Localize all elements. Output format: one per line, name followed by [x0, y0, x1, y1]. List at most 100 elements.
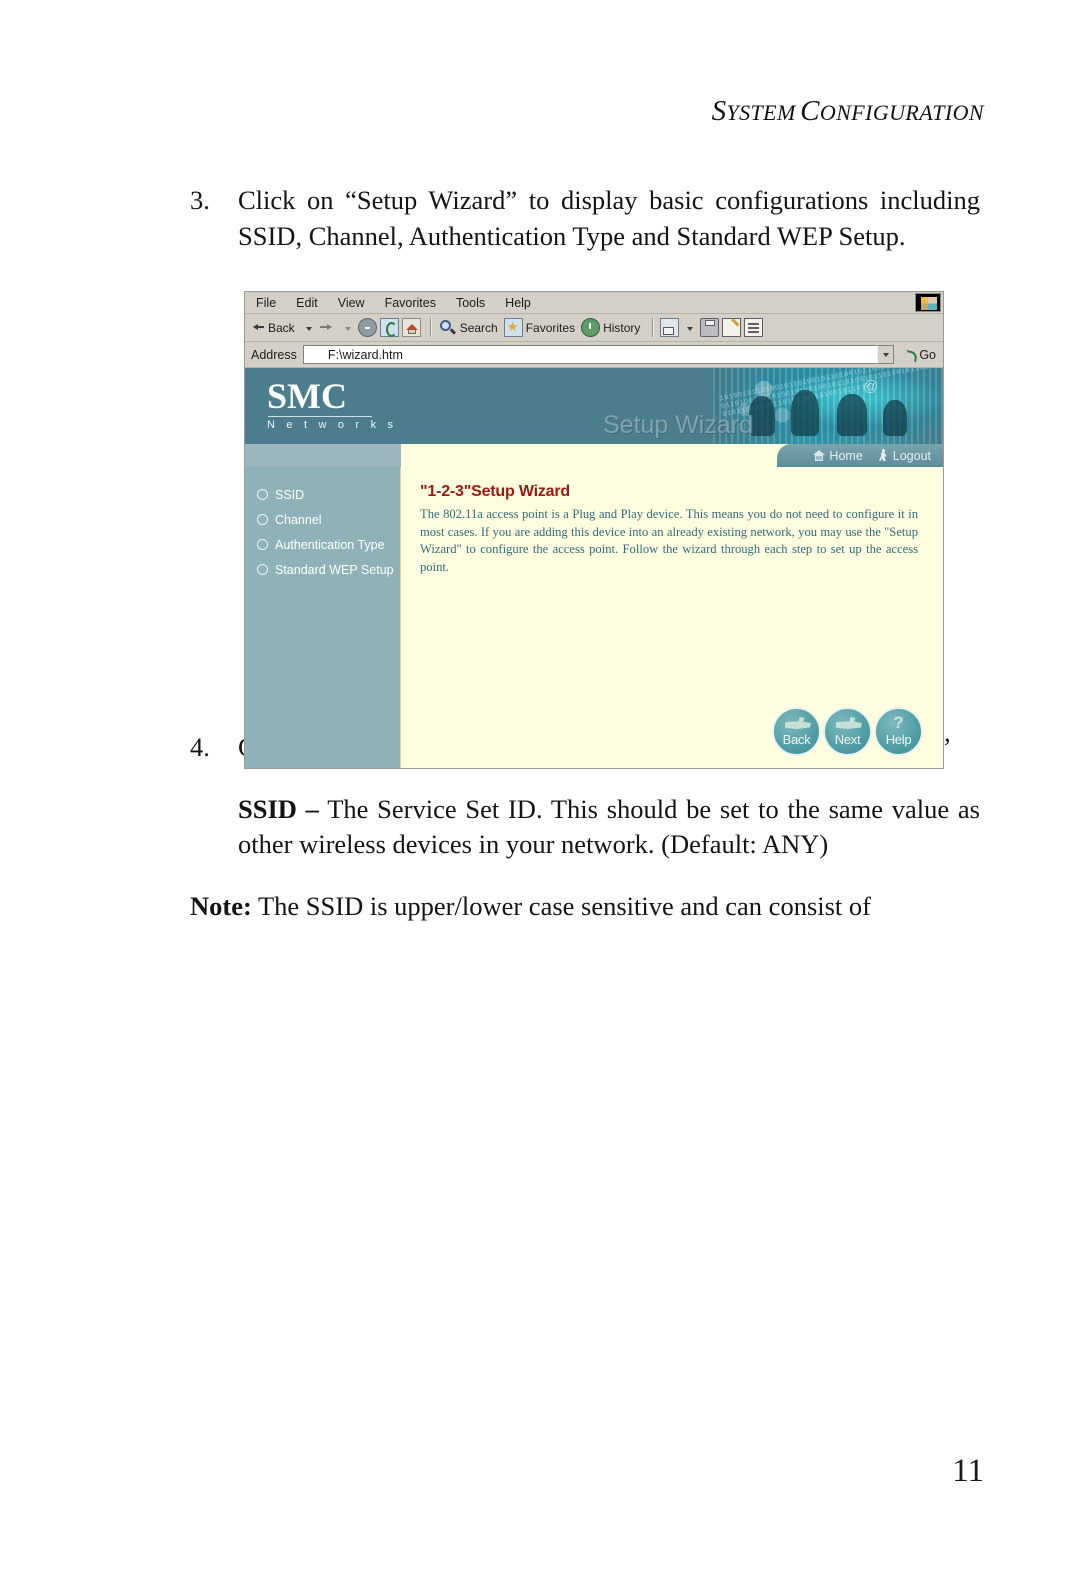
sidebar-item-ssid[interactable]: SSID	[245, 482, 400, 507]
running-head-onfiguration: ONFIGURATION	[819, 100, 984, 125]
home-icon[interactable]	[401, 318, 421, 337]
nav-home[interactable]: Home	[813, 448, 863, 463]
wizard-button-row: Back Next ? Help	[772, 707, 923, 756]
step-3-text: Click on “Setup Wizard” to display basic…	[238, 185, 980, 251]
pointing-hand-icon	[836, 717, 862, 729]
bullet-icon	[257, 539, 268, 550]
site-banner: 1010010110100101101001011010010110100101…	[245, 368, 943, 444]
running-head-c: C	[800, 95, 820, 127]
print-icon[interactable]	[700, 318, 720, 337]
web-page: 1010010110100101101001011010010110100101…	[245, 368, 943, 768]
help-button[interactable]: ? Help	[874, 707, 923, 756]
forward-dropdown-icon[interactable]	[344, 326, 351, 331]
browser-screenshot: File Edit View Favorites Tools Help Back…	[244, 291, 944, 769]
refresh-icon[interactable]	[379, 318, 399, 337]
step-4-number: 4.	[190, 732, 210, 762]
search-icon	[438, 318, 457, 337]
nav-home-label: Home	[829, 448, 863, 463]
favorites-button[interactable]: Favorites	[503, 317, 575, 337]
browser-menubar: File Edit View Favorites Tools Help	[245, 292, 943, 314]
edit-icon[interactable]	[722, 318, 742, 337]
windows-logo-icon	[915, 293, 941, 312]
menu-favorites[interactable]: Favorites	[385, 296, 436, 310]
note-text: The SSID is upper/lower case sensitive a…	[251, 890, 871, 921]
banner-title: Setup Wizard	[602, 411, 753, 439]
history-icon	[581, 318, 601, 337]
at-symbol-icon: @	[863, 378, 879, 395]
content-body: The 802.11a access point is a Plug and P…	[420, 507, 918, 574]
browser-addressbar: Address F:\wizard.htm Go	[245, 342, 943, 368]
go-button[interactable]: Go	[903, 348, 936, 362]
forward-button[interactable]	[319, 322, 334, 333]
help-button-label: Help	[885, 732, 912, 747]
running-head-s: S	[711, 95, 727, 127]
ssid-term: SSID –	[238, 793, 319, 824]
favorites-icon	[503, 317, 523, 337]
nav-logout[interactable]: Logout	[878, 449, 931, 463]
next-button-label: Next	[834, 732, 861, 747]
mail-icon[interactable]	[660, 318, 680, 337]
back-dropdown-icon[interactable]	[305, 326, 312, 331]
history-label: History	[603, 320, 641, 335]
running-head-ystem: YSTEM	[726, 100, 796, 125]
question-mark-icon: ?	[893, 713, 904, 732]
content-heading: "1-2-3"Setup Wizard	[420, 483, 570, 500]
sidebar-item-channel[interactable]: Channel	[245, 507, 400, 532]
home-icon	[813, 450, 826, 461]
brand-name: SMC	[267, 376, 347, 416]
navbar-left-fill	[245, 444, 401, 467]
history-button[interactable]: History	[581, 318, 640, 337]
back-label: Back	[268, 320, 295, 335]
menu-tools[interactable]: Tools	[456, 296, 485, 310]
browser-toolbar: Back Search Favorites History	[245, 314, 943, 342]
menu-view[interactable]: View	[338, 296, 365, 310]
toolbar-separator	[652, 318, 655, 337]
address-input[interactable]: F:\wizard.htm	[302, 345, 878, 364]
menu-edit[interactable]: Edit	[296, 296, 318, 310]
nav-logout-label: Logout	[892, 448, 931, 463]
back-button[interactable]: Back	[253, 321, 295, 335]
search-label: Search	[459, 320, 498, 335]
sidebar-item-authentication-type[interactable]: Authentication Type	[245, 532, 400, 557]
step-3-number: 3.	[190, 185, 210, 215]
discuss-icon[interactable]	[744, 318, 764, 337]
note-paragraph: Note: The SSID is upper/lower case sensi…	[190, 889, 980, 925]
address-dropdown-icon[interactable]	[877, 345, 895, 364]
search-button[interactable]: Search	[438, 318, 498, 337]
running-head: SYSTEM CONFIGURATION	[712, 95, 984, 128]
brand-tagline: N e t w o r k s	[267, 419, 398, 431]
page-body: SSID Channel Authentication Type Standar…	[245, 467, 943, 768]
note-label: Note:	[190, 890, 252, 921]
pointing-hand-icon	[785, 717, 811, 729]
back-button-label: Back	[782, 732, 811, 747]
sidebar: SSID Channel Authentication Type Standar…	[245, 467, 401, 768]
toolbar-separator	[429, 318, 432, 337]
mail-dropdown-icon[interactable]	[687, 326, 694, 331]
navbar-tab: Home Logout	[777, 444, 943, 467]
bullet-icon	[257, 564, 268, 575]
back-icon	[253, 322, 266, 333]
go-label: Go	[919, 347, 936, 362]
bullet-icon	[257, 489, 268, 500]
sidebar-item-label: Standard WEP Setup	[275, 562, 394, 577]
ssid-description: The Service Set ID. This should be set t…	[238, 793, 980, 860]
stop-icon[interactable]	[357, 318, 377, 337]
page-number: 11	[952, 1453, 984, 1489]
sidebar-item-label: Authentication Type	[275, 537, 385, 552]
menu-file[interactable]: File	[256, 296, 276, 310]
next-button[interactable]: Next	[823, 707, 872, 756]
brand-rule	[268, 416, 372, 417]
ssid-definition: SSID – The Service Set ID. This should b…	[238, 792, 980, 863]
smc-logo: SMC N e t w o r k s	[267, 377, 397, 431]
bullet-icon	[257, 514, 268, 525]
back-button[interactable]: Back	[772, 707, 821, 756]
sidebar-item-standard-wep-setup[interactable]: Standard WEP Setup	[245, 557, 400, 582]
sidebar-item-label: Channel	[275, 512, 322, 527]
logout-icon	[878, 449, 889, 462]
sidebar-item-label: SSID	[275, 487, 305, 502]
menu-help[interactable]: Help	[505, 296, 531, 310]
content-panel: "1-2-3"Setup Wizard The 802.11a access p…	[402, 467, 943, 768]
go-arrow-icon	[903, 348, 917, 362]
address-label: Address	[251, 347, 297, 362]
list-item: 3. Click on “Setup Wizard” to display ba…	[190, 183, 980, 254]
